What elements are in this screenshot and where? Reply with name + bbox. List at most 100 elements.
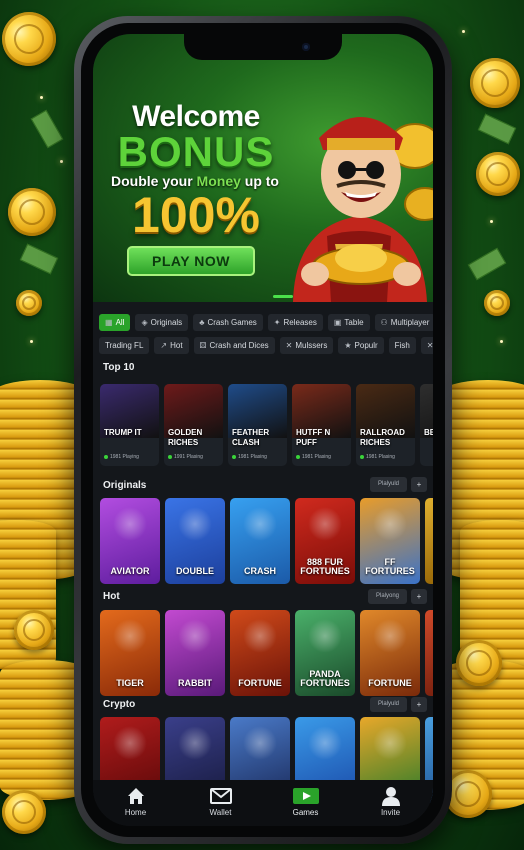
category-chip[interactable]: ⚇ Multiplayer xyxy=(374,314,433,331)
hot-game-card[interactable]: FORTUNE xyxy=(360,610,420,696)
releases-icon: ✦ xyxy=(273,318,281,327)
banknote xyxy=(19,243,59,275)
players-count: 1981 Plasing xyxy=(360,454,395,460)
sparkle xyxy=(490,220,493,223)
crypto-next-button[interactable]: + xyxy=(411,697,427,712)
originals-game-card[interactable] xyxy=(425,498,433,584)
notch xyxy=(184,34,342,60)
category-chip[interactable]: Fish xyxy=(388,337,416,354)
top10-game-card[interactable]: TRUMP IT 1981 Playing xyxy=(100,384,159,466)
game-name: BELI DEE xyxy=(424,428,433,437)
category-chip[interactable]: ★ Populr xyxy=(338,337,384,354)
grid-icon: ▦ xyxy=(105,318,113,327)
category-chip[interactable]: ✦ Releases xyxy=(267,314,323,331)
tab-wallet-label: Wallet xyxy=(209,807,232,817)
originals-game-card[interactable]: DOUBLE xyxy=(165,498,225,584)
tab-games[interactable]: Games xyxy=(276,786,336,817)
game-name: RABBIT xyxy=(178,678,212,688)
banknote xyxy=(30,109,64,149)
dice-icon: ⚄ xyxy=(199,341,207,350)
hot-view-all-button[interactable]: Plalyong xyxy=(367,589,407,604)
game-name: GOLDEN RICHES xyxy=(168,428,203,447)
players-count: 1981 Plasing xyxy=(296,454,331,460)
originals-game-card[interactable]: AVIATOR xyxy=(100,498,160,584)
game-name: CRASH xyxy=(243,566,276,576)
coin-icon xyxy=(476,152,520,196)
originals-row: AVIATOR DOUBLE CRASH 888 FUR FORTUNES FF FOR… xyxy=(100,498,433,584)
category-chip[interactable]: ▣ Table xyxy=(327,314,370,331)
top10-row: TRUMP IT 1981 Playing GOLDEN RICHES 1991 Pl… xyxy=(100,384,433,466)
multiplier-icon: ✕ xyxy=(285,341,293,350)
coin-icon xyxy=(484,290,510,316)
category-chip[interactable]: ♣ Crash Games xyxy=(193,314,263,331)
game-name: DOUBLE xyxy=(176,566,214,576)
tab-home-label: Home xyxy=(124,807,147,817)
coin-icon xyxy=(470,58,520,108)
x-icon: ✕ xyxy=(426,341,433,350)
game-art xyxy=(243,506,277,541)
coin-icon xyxy=(16,290,42,316)
game-name: TIGER xyxy=(116,678,144,688)
category-chip[interactable]: ↗ Hot xyxy=(154,337,189,354)
hot-game-card[interactable]: RABBIT xyxy=(165,610,225,696)
category-row-2: Trading FL ↗ Hot ⚄ Crash and Dices ✕ Mulssers ★… xyxy=(93,337,433,354)
top10-game-card[interactable]: RALLROAD RICHES 1981 Plasing xyxy=(356,384,415,466)
category-chip[interactable]: Trading FL xyxy=(99,337,150,354)
category-chip[interactable]: ◈ Originals xyxy=(135,314,189,331)
originals-game-card[interactable]: CRASH xyxy=(230,498,290,584)
games-icon xyxy=(292,786,319,806)
promo-banner[interactable]: Welcome BONUS Double your Money up to 10… xyxy=(93,34,433,302)
trend-icon: ↗ xyxy=(160,341,168,350)
table-icon: ▣ xyxy=(333,318,342,327)
game-name: FF FORTURES xyxy=(365,557,415,576)
hot-next-button[interactable]: + xyxy=(411,589,427,604)
top10-game-card[interactable]: HUTFF N PUFF 1981 Plasing xyxy=(292,384,351,466)
hot-game-card[interactable]: PANDA FORTUNES xyxy=(295,610,355,696)
game-art xyxy=(243,725,277,760)
hot-game-card[interactable]: TIGER xyxy=(100,610,160,696)
players-count: 1991 Plasing xyxy=(168,454,203,460)
chip-label: Originals xyxy=(150,318,183,327)
game-name: RALLROAD RICHES xyxy=(360,428,405,447)
wallet-icon xyxy=(209,786,232,806)
category-row-1: ▦ All ◈ Originals ♣ Crash Games ✦ Releases ▣ Tabl… xyxy=(93,314,433,331)
tab-wallet[interactable]: Wallet xyxy=(191,786,251,817)
game-art xyxy=(373,618,407,653)
originals-controls: Plalyuld + xyxy=(369,477,427,492)
section-title-crypto: Crypto xyxy=(103,699,136,710)
hot-game-card[interactable] xyxy=(425,610,433,696)
hot-game-card[interactable]: FORTUNE xyxy=(230,610,290,696)
game-art xyxy=(113,618,147,653)
originals-view-all-button[interactable]: Plalyuld xyxy=(369,477,407,492)
game-art xyxy=(178,725,212,760)
tab-home[interactable]: Home xyxy=(106,786,166,817)
banner-bonus: BONUS xyxy=(117,128,275,175)
top10-game-card[interactable]: FEATHER CLASH 1981 Plasing xyxy=(228,384,287,466)
chip-label: Crash and Dices xyxy=(209,341,269,350)
carousel-indicator[interactable] xyxy=(273,295,293,298)
originals-game-card[interactable]: FF FORTURES xyxy=(360,498,420,584)
tab-invite[interactable]: Invite xyxy=(361,786,421,817)
category-chip[interactable]: ✕Bables xyxy=(420,337,433,354)
game-art xyxy=(373,725,407,760)
originals-next-button[interactable]: + xyxy=(411,477,427,492)
originals-game-card[interactable]: 888 FUR FORTUNES xyxy=(295,498,355,584)
chip-label: Table xyxy=(344,318,364,327)
crypto-view-all-button[interactable]: Plalyuld xyxy=(369,697,407,712)
section-title-hot: Hot xyxy=(103,591,120,602)
top10-game-card[interactable]: GOLDEN RICHES 1991 Plasing xyxy=(164,384,223,466)
category-chip[interactable]: ▦ All xyxy=(99,314,131,331)
chip-label: Crash Games xyxy=(207,318,257,327)
category-chip[interactable]: ✕ Mulssers xyxy=(279,337,334,354)
sparkle xyxy=(500,340,503,343)
section-title-top10: Top 10 xyxy=(103,362,135,373)
invite-icon xyxy=(381,786,401,806)
crypto-controls: Plalyuld + xyxy=(369,697,427,712)
game-name: AVIATOR xyxy=(110,566,150,576)
play-now-button[interactable]: PLAY NOW xyxy=(127,246,255,276)
game-art xyxy=(113,725,147,760)
sparkle xyxy=(462,30,465,33)
top10-game-card[interactable]: BELI DEE xyxy=(420,384,433,466)
category-chip[interactable]: ⚄ Crash and Dices xyxy=(193,337,275,354)
chip-label: All xyxy=(115,318,125,327)
